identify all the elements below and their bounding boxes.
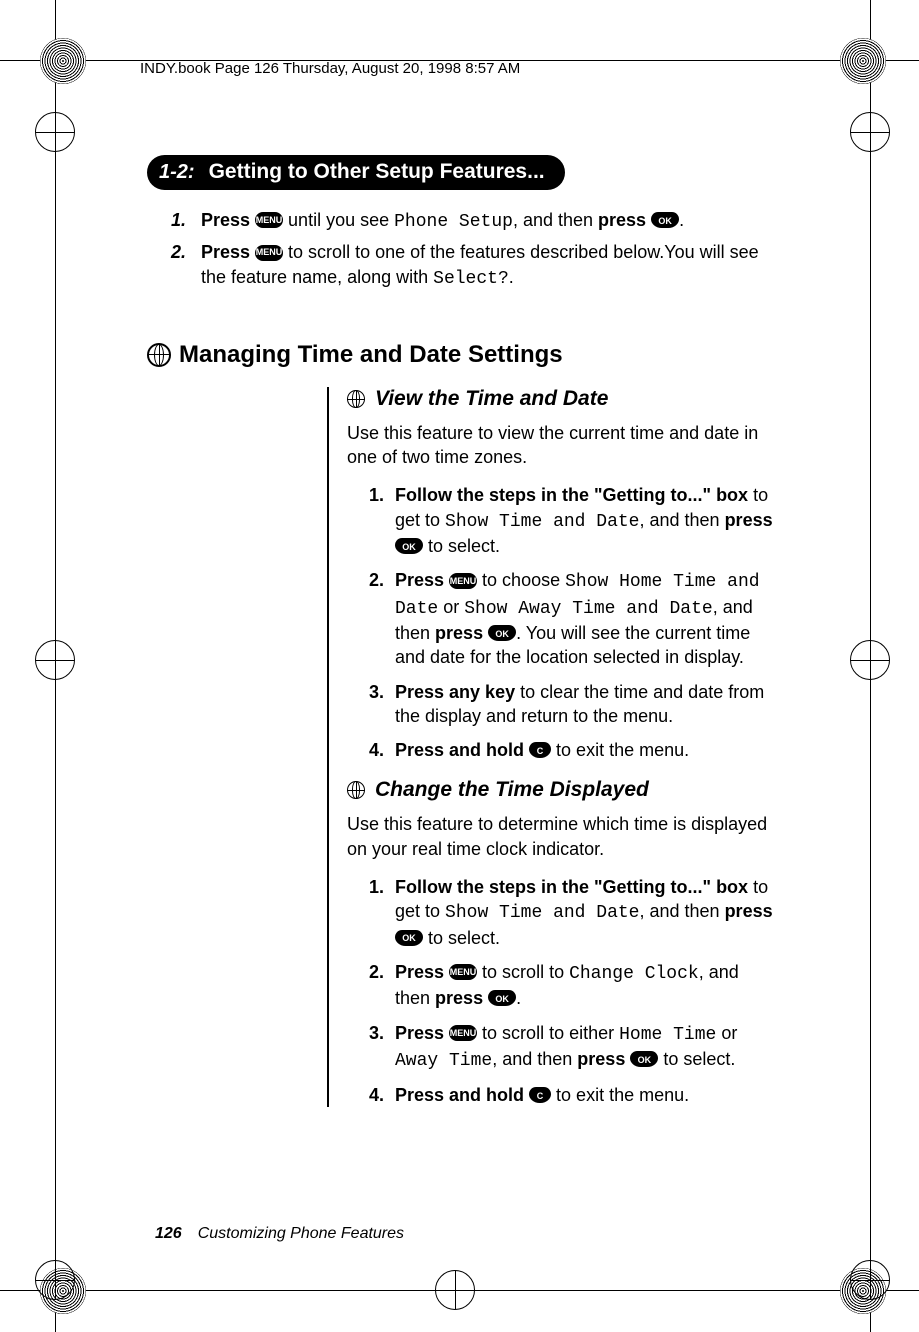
- ok-key-icon: OK: [651, 212, 679, 228]
- ok-key-icon: OK: [395, 538, 423, 554]
- box-step: 1. Press MENU until you see Phone Setup,…: [171, 208, 773, 234]
- registration-mark-icon: [35, 112, 75, 152]
- list-item: 1. Follow the steps in the "Getting to..…: [369, 483, 775, 558]
- menu-key-icon: MENU: [255, 245, 283, 261]
- step-text: Press MENU to scroll to one of the featu…: [201, 240, 773, 291]
- step-text: Press MENU until you see Phone Setup, an…: [201, 208, 773, 234]
- ok-key-icon: OK: [488, 990, 516, 1006]
- registration-mark-icon: [35, 640, 75, 680]
- menu-key-icon: MENU: [449, 1025, 477, 1041]
- getting-to-box: 1. Press MENU until you see Phone Setup,…: [155, 204, 775, 311]
- section-heading-text: Managing Time and Date Settings: [179, 341, 563, 369]
- menu-key-icon: MENU: [449, 964, 477, 980]
- indented-content: View the Time and Date Use this feature …: [327, 387, 775, 1108]
- section-pill: 1-2: Getting to Other Setup Features...: [147, 155, 565, 190]
- step-number: 2.: [171, 240, 201, 291]
- chapter-title: Customizing Phone Features: [198, 1225, 404, 1242]
- ok-key-icon: OK: [488, 625, 516, 641]
- ok-key-icon: OK: [630, 1051, 658, 1067]
- ok-key-icon: OK: [395, 930, 423, 946]
- list-item: 3. Press MENU to scroll to either Home T…: [369, 1021, 775, 1074]
- page: INDY.book Page 126 Thursday, August 20, …: [0, 0, 919, 1332]
- content-area: 1-2: Getting to Other Setup Features... …: [155, 155, 775, 1117]
- pill-title: Getting to Other Setup Features...: [209, 160, 545, 184]
- page-footer: 126 Customizing Phone Features: [155, 1225, 404, 1243]
- registration-mark-icon: [850, 112, 890, 152]
- menu-key-icon: MENU: [255, 212, 283, 228]
- list-item: 4. Press and hold C to exit the menu.: [369, 738, 775, 762]
- list-item: 1. Follow the steps in the "Getting to..…: [369, 875, 775, 950]
- box-step: 2. Press MENU to scroll to one of the fe…: [171, 240, 773, 291]
- page-number: 126: [155, 1225, 182, 1242]
- registration-mark-icon: [850, 1260, 890, 1300]
- step-number: 1.: [171, 208, 201, 234]
- registration-mark-icon: [35, 1260, 75, 1300]
- globe-icon: [347, 390, 365, 408]
- list-item: 2. Press MENU to choose Show Home Time a…: [369, 568, 775, 669]
- registration-mark-icon: [850, 640, 890, 680]
- globe-icon: [347, 781, 365, 799]
- paragraph: Use this feature to determine which time…: [347, 812, 775, 861]
- subsection-heading: View the Time and Date: [347, 387, 775, 411]
- c-key-icon: C: [529, 1087, 551, 1103]
- registration-mark-icon: [435, 1270, 475, 1310]
- subsection-heading: Change the Time Displayed: [347, 778, 775, 802]
- instruction-list: 1. Follow the steps in the "Getting to..…: [347, 875, 775, 1107]
- list-item: 3. Press any key to clear the time and d…: [369, 680, 775, 729]
- list-item: 2. Press MENU to scroll to Change Clock,…: [369, 960, 775, 1011]
- instruction-list: 1. Follow the steps in the "Getting to..…: [347, 483, 775, 762]
- c-key-icon: C: [529, 742, 551, 758]
- menu-key-icon: MENU: [449, 573, 477, 589]
- pill-number: 1-2:: [159, 161, 195, 184]
- section-heading: Managing Time and Date Settings: [147, 341, 775, 369]
- corner-rosette-icon: [840, 38, 886, 84]
- paragraph: Use this feature to view the current tim…: [347, 421, 775, 470]
- corner-rosette-icon: [40, 38, 86, 84]
- running-header: INDY.book Page 126 Thursday, August 20, …: [140, 60, 520, 77]
- globe-icon: [147, 343, 171, 367]
- list-item: 4. Press and hold C to exit the menu.: [369, 1083, 775, 1107]
